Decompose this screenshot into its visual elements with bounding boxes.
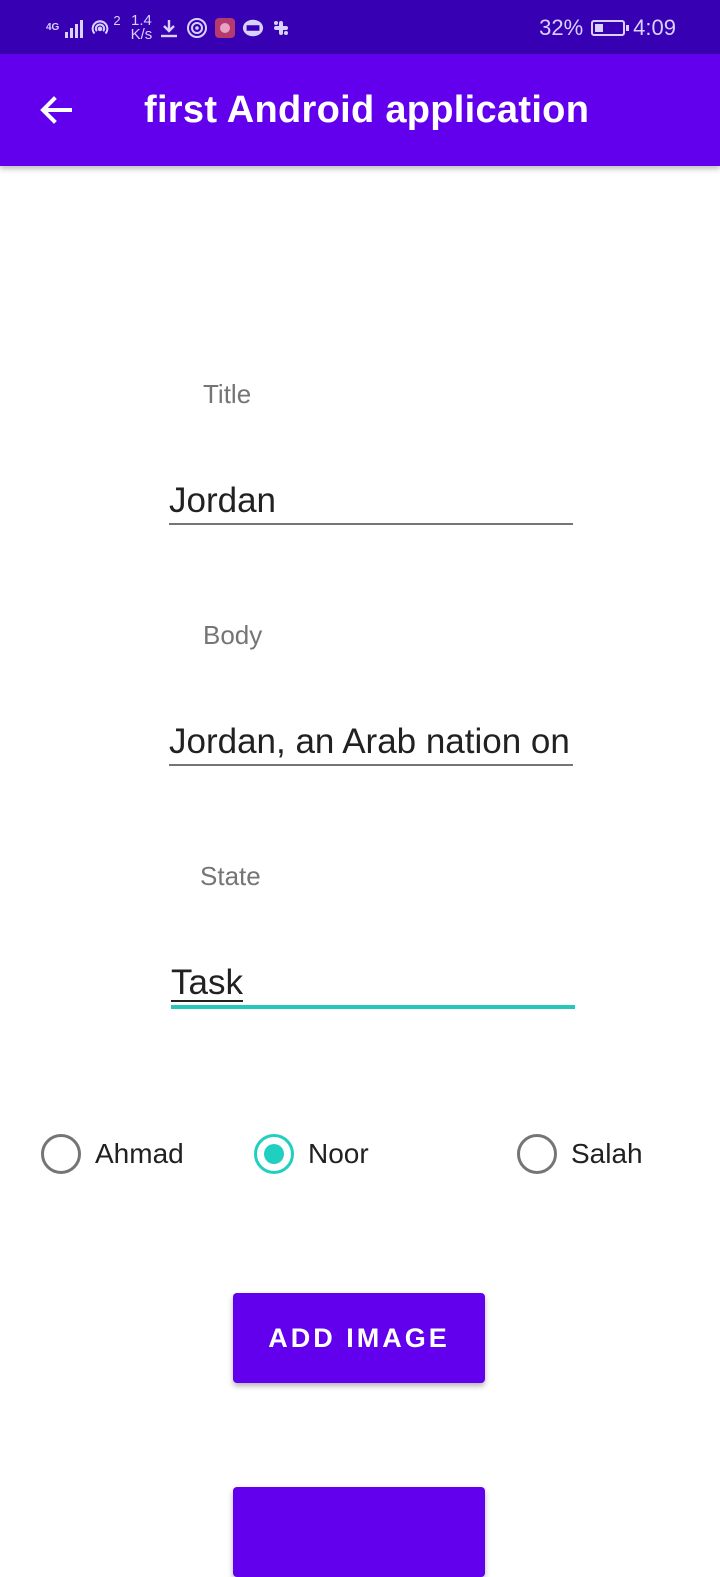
radio-ahmad[interactable]: Ahmad [41,1130,184,1178]
speed-unit: K/s [130,26,153,43]
status-bar-left: 4G 2 1.4 K/s [46,8,292,48]
status-bar-right: 32% 4:09 [539,10,676,46]
network-type-text: 4G [46,22,60,33]
body-input[interactable]: Jordan, an Arab nation on the east bank … [169,718,573,766]
signal-icon [65,18,84,38]
state-input-value: Task [171,963,243,1002]
radio-noor[interactable]: Noor [254,1130,369,1178]
radio-button-icon [41,1134,81,1174]
office-icon [242,17,264,39]
arrow-back-icon [40,96,72,124]
second-button[interactable] [233,1487,485,1577]
radio-label: Noor [308,1138,369,1169]
hotspot-icon [89,17,111,39]
title-input-value: Jordan [169,481,277,520]
clock: 4:09 [633,15,676,40]
battery-icon [591,20,630,36]
back-button[interactable] [30,84,82,136]
add-image-button[interactable]: ADD IMAGE [233,1293,485,1383]
body-label: Body [203,620,263,650]
app-title: first Android application [144,89,590,131]
download-icon [158,17,180,39]
network-indicator: 4G [46,23,59,33]
radio-button-checked-icon [254,1134,294,1174]
app-bar: first Android application [0,54,720,166]
state-label: State [200,861,261,891]
radio-salah[interactable]: Salah [517,1130,643,1178]
battery-level [595,24,604,32]
title-label: Title [203,379,252,409]
sim-indicator: 2 [113,12,121,28]
battery-percent: 32% [539,15,584,40]
wifi-icon [186,17,208,39]
app-notification-icon [214,17,236,39]
radio-label: Salah [571,1138,643,1169]
state-input[interactable]: Task [171,959,575,1009]
slack-icon [270,17,292,39]
title-input[interactable]: Jordan [169,477,573,525]
radio-button-icon [517,1134,557,1174]
status-bar: 4G 2 1.4 K/s 32% 4:09 [0,0,720,54]
network-speed: 1.4 K/s [130,13,153,43]
body-input-value: Jordan, an Arab nation on the east bank … [169,722,573,761]
radio-label: Ahmad [95,1138,184,1169]
